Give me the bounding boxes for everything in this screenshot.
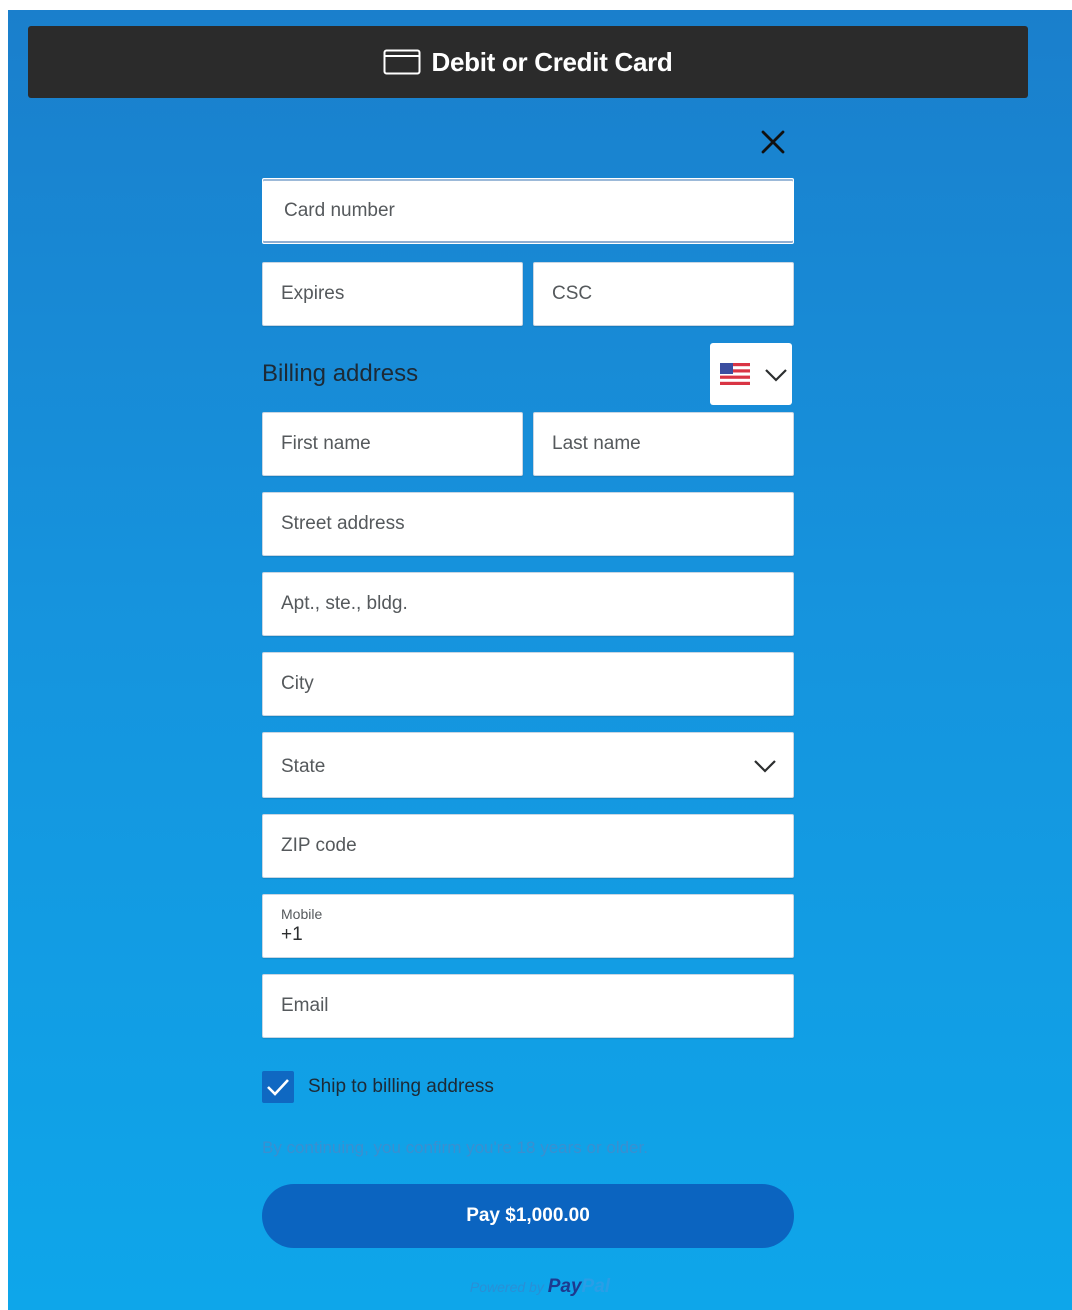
us-flag-icon <box>720 363 750 385</box>
first-name-input[interactable] <box>263 413 522 475</box>
city-input[interactable] <box>263 653 793 715</box>
email-field <box>262 974 794 1038</box>
card-number-field <box>262 178 794 244</box>
street-address-input[interactable] <box>263 493 793 555</box>
country-selector[interactable] <box>710 343 792 405</box>
pay-button[interactable]: Pay $1,000.00 <box>262 1184 794 1248</box>
header-title: Debit or Credit Card <box>431 46 673 77</box>
apt-input[interactable] <box>263 573 793 635</box>
street-address-field <box>262 492 794 556</box>
close-icon[interactable] <box>756 125 790 159</box>
expires-field <box>262 262 523 326</box>
ship-to-billing-label[interactable]: Ship to billing address <box>308 1076 494 1098</box>
paypal-logo-part1: Pay <box>547 1276 582 1297</box>
expires-input[interactable] <box>263 263 522 325</box>
header-bar: Debit or Credit Card <box>28 26 1028 98</box>
state-select[interactable]: State <box>262 732 794 798</box>
powered-by-footer: Powered by PayPal <box>8 1276 1072 1298</box>
apt-field <box>262 572 794 636</box>
email-input[interactable] <box>263 975 793 1037</box>
card-form-frame: Debit or Credit Card Billing address <box>8 10 1072 1310</box>
csc-input[interactable] <box>534 263 793 325</box>
mobile-field[interactable]: Mobile +1 <box>262 894 794 958</box>
checkmark-icon <box>267 1079 289 1096</box>
powered-by-text: Powered by <box>469 1279 544 1295</box>
ship-to-billing-checkbox[interactable] <box>262 1071 294 1103</box>
last-name-field <box>533 412 794 476</box>
age-notice: By continuing, you confirm you're 18 yea… <box>262 1138 648 1157</box>
billing-address-heading: Billing address <box>262 360 419 387</box>
state-select-label: State <box>281 756 326 777</box>
mobile-label: Mobile <box>281 906 323 922</box>
chevron-down-icon <box>754 760 776 773</box>
paypal-logo-part2: Pal <box>581 1276 611 1297</box>
city-field <box>262 652 794 716</box>
zip-code-field <box>262 814 794 878</box>
zip-code-input[interactable] <box>263 815 793 877</box>
credit-card-icon <box>383 49 421 75</box>
first-name-field <box>262 412 523 476</box>
last-name-input[interactable] <box>534 413 793 475</box>
chevron-down-icon <box>765 369 787 382</box>
csc-field <box>533 262 794 326</box>
mobile-value: +1 <box>281 924 303 945</box>
card-number-input[interactable] <box>263 179 793 243</box>
